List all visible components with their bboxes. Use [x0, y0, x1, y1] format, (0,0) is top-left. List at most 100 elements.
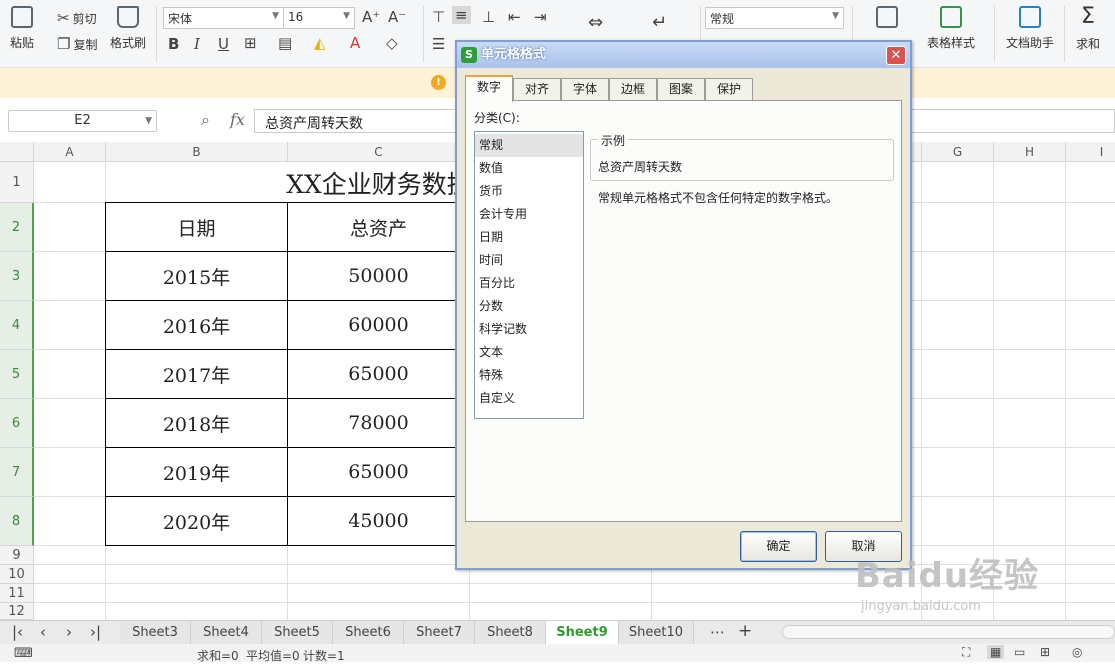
row-header[interactable]: 11: [0, 584, 34, 603]
name-box[interactable]: E2 ▼: [8, 110, 157, 132]
dialog-titlebar[interactable]: S 单元格格式: [457, 42, 910, 68]
prev-sheet-icon[interactable]: ‹: [40, 623, 46, 641]
increase-font-icon[interactable]: A⁺: [362, 8, 380, 26]
eraser-icon[interactable]: ◇: [386, 34, 398, 52]
paste-button[interactable]: 粘贴: [10, 6, 34, 51]
merge-icon[interactable]: ⇔: [588, 12, 603, 33]
assets-cell[interactable]: 60000: [288, 301, 469, 349]
number-format-select[interactable]: 常规 ▼: [705, 7, 844, 29]
category-item[interactable]: 货币: [475, 180, 583, 203]
tab-number[interactable]: 数字: [465, 75, 513, 102]
align-bottom-icon[interactable]: ⊥: [482, 8, 495, 26]
assets-cell[interactable]: 50000: [288, 252, 469, 300]
column-header[interactable]: A: [34, 142, 106, 162]
assets-cell[interactable]: 65000: [288, 448, 469, 496]
date-cell[interactable]: 2015年: [106, 252, 287, 300]
page-layout-icon[interactable]: ▭: [1014, 645, 1025, 659]
font-name-select[interactable]: 宋体 ▼: [163, 7, 284, 29]
underline-icon[interactable]: U: [218, 35, 229, 53]
tab-font[interactable]: 字体: [561, 78, 609, 101]
assets-cell[interactable]: 45000: [288, 497, 469, 545]
category-item[interactable]: 特殊: [475, 364, 583, 387]
align-middle-icon[interactable]: ≡: [452, 6, 471, 24]
add-sheet-icon[interactable]: +: [738, 621, 752, 641]
header-cell-assets[interactable]: 总资产: [288, 203, 469, 251]
category-item[interactable]: 百分比: [475, 272, 583, 295]
column-header[interactable]: H: [994, 142, 1066, 162]
tab-pattern[interactable]: 图案: [657, 78, 705, 101]
category-item[interactable]: 日期: [475, 226, 583, 249]
category-item-general[interactable]: 常规: [475, 134, 583, 157]
column-header[interactable]: I: [1066, 142, 1115, 162]
date-cell[interactable]: 2016年: [106, 301, 287, 349]
format-painter-button[interactable]: 格式刷: [110, 6, 146, 51]
eye-protection-icon[interactable]: ◎: [1072, 645, 1082, 659]
tab-protection[interactable]: 保护: [705, 78, 753, 101]
function-icon[interactable]: fx: [230, 110, 245, 129]
next-sheet-icon[interactable]: ›: [66, 623, 72, 641]
date-cell[interactable]: 2018年: [106, 399, 287, 447]
first-sheet-icon[interactable]: |‹: [12, 623, 23, 641]
category-item[interactable]: 会计专用: [475, 203, 583, 226]
font-color-icon[interactable]: A: [350, 34, 360, 52]
sheet-tab[interactable]: Sheet6: [333, 621, 404, 644]
tab-alignment[interactable]: 对齐: [513, 78, 561, 101]
row-header[interactable]: 7: [0, 448, 34, 497]
fullscreen-icon[interactable]: ⛶: [962, 645, 970, 660]
decrease-font-icon[interactable]: A⁻: [388, 8, 406, 26]
date-cell[interactable]: 2019年: [106, 448, 287, 496]
category-list[interactable]: 常规 数值 货币 会计专用 日期 时间 百分比 分数 科学记数 文本 特殊 自定…: [474, 131, 584, 419]
horizontal-scrollbar[interactable]: [782, 625, 1115, 639]
assets-cell[interactable]: 65000: [288, 350, 469, 398]
category-item[interactable]: 文本: [475, 341, 583, 364]
ok-button[interactable]: 确定: [740, 531, 817, 562]
column-header[interactable]: B: [106, 142, 288, 162]
assets-cell[interactable]: 78000: [288, 399, 469, 447]
sheet-tab[interactable]: Sheet7: [404, 621, 475, 644]
bold-icon[interactable]: B: [168, 35, 179, 53]
font-size-select[interactable]: 16 ▼: [283, 7, 355, 29]
row-header[interactable]: 10: [0, 565, 34, 584]
sheet-tab-active[interactable]: Sheet9: [546, 621, 619, 644]
category-item[interactable]: 自定义: [475, 387, 583, 410]
conditional-format-button[interactable]: [876, 6, 898, 34]
close-icon[interactable]: ✕: [886, 46, 906, 65]
date-cell[interactable]: 2017年: [106, 350, 287, 398]
page-break-icon[interactable]: ⊞: [1040, 645, 1050, 659]
row-header[interactable]: 3: [0, 252, 34, 301]
last-sheet-icon[interactable]: ›|: [90, 623, 101, 641]
doc-assistant-button[interactable]: 文档助手: [1006, 6, 1054, 51]
row-header[interactable]: 2: [0, 203, 34, 252]
more-sheets-icon[interactable]: ⋯: [710, 623, 725, 641]
border-icon[interactable]: ⊞: [244, 34, 257, 52]
zoom-search-icon[interactable]: ⌕: [201, 110, 210, 130]
row-header[interactable]: 5: [0, 350, 34, 399]
cut-button[interactable]: ✂ 剪切: [57, 9, 97, 27]
sheet-tab[interactable]: Sheet3: [120, 621, 191, 644]
copy-button[interactable]: ❐ 复制: [57, 35, 97, 53]
normal-view-icon[interactable]: ▦: [987, 645, 1005, 659]
indent-icon[interactable]: ⇥: [534, 8, 547, 26]
macro-icon[interactable]: ⌨: [14, 646, 33, 661]
category-item[interactable]: 科学记数: [475, 318, 583, 341]
column-header[interactable]: G: [922, 142, 994, 162]
tab-border[interactable]: 边框: [609, 78, 657, 101]
row-header[interactable]: 6: [0, 399, 34, 448]
table-style-button[interactable]: 表格样式: [927, 6, 975, 51]
row-header[interactable]: 8: [0, 497, 34, 546]
italic-icon[interactable]: I: [194, 35, 200, 53]
align-top-icon[interactable]: ⊤: [432, 8, 445, 26]
wrap-text-icon[interactable]: ↵: [652, 12, 667, 33]
select-all-corner[interactable]: [0, 142, 34, 162]
align-left-icon[interactable]: ☰: [432, 35, 445, 53]
row-header[interactable]: 12: [0, 603, 34, 620]
row-header[interactable]: 4: [0, 301, 34, 350]
sheet-tab[interactable]: Sheet10: [619, 621, 694, 644]
date-cell[interactable]: 2020年: [106, 497, 287, 545]
row-header[interactable]: 1: [0, 162, 34, 203]
sheet-tab[interactable]: Sheet8: [475, 621, 546, 644]
column-header[interactable]: C: [288, 142, 470, 162]
category-item[interactable]: 时间: [475, 249, 583, 272]
sheet-tab[interactable]: Sheet5: [262, 621, 333, 644]
row-header[interactable]: 9: [0, 546, 34, 565]
